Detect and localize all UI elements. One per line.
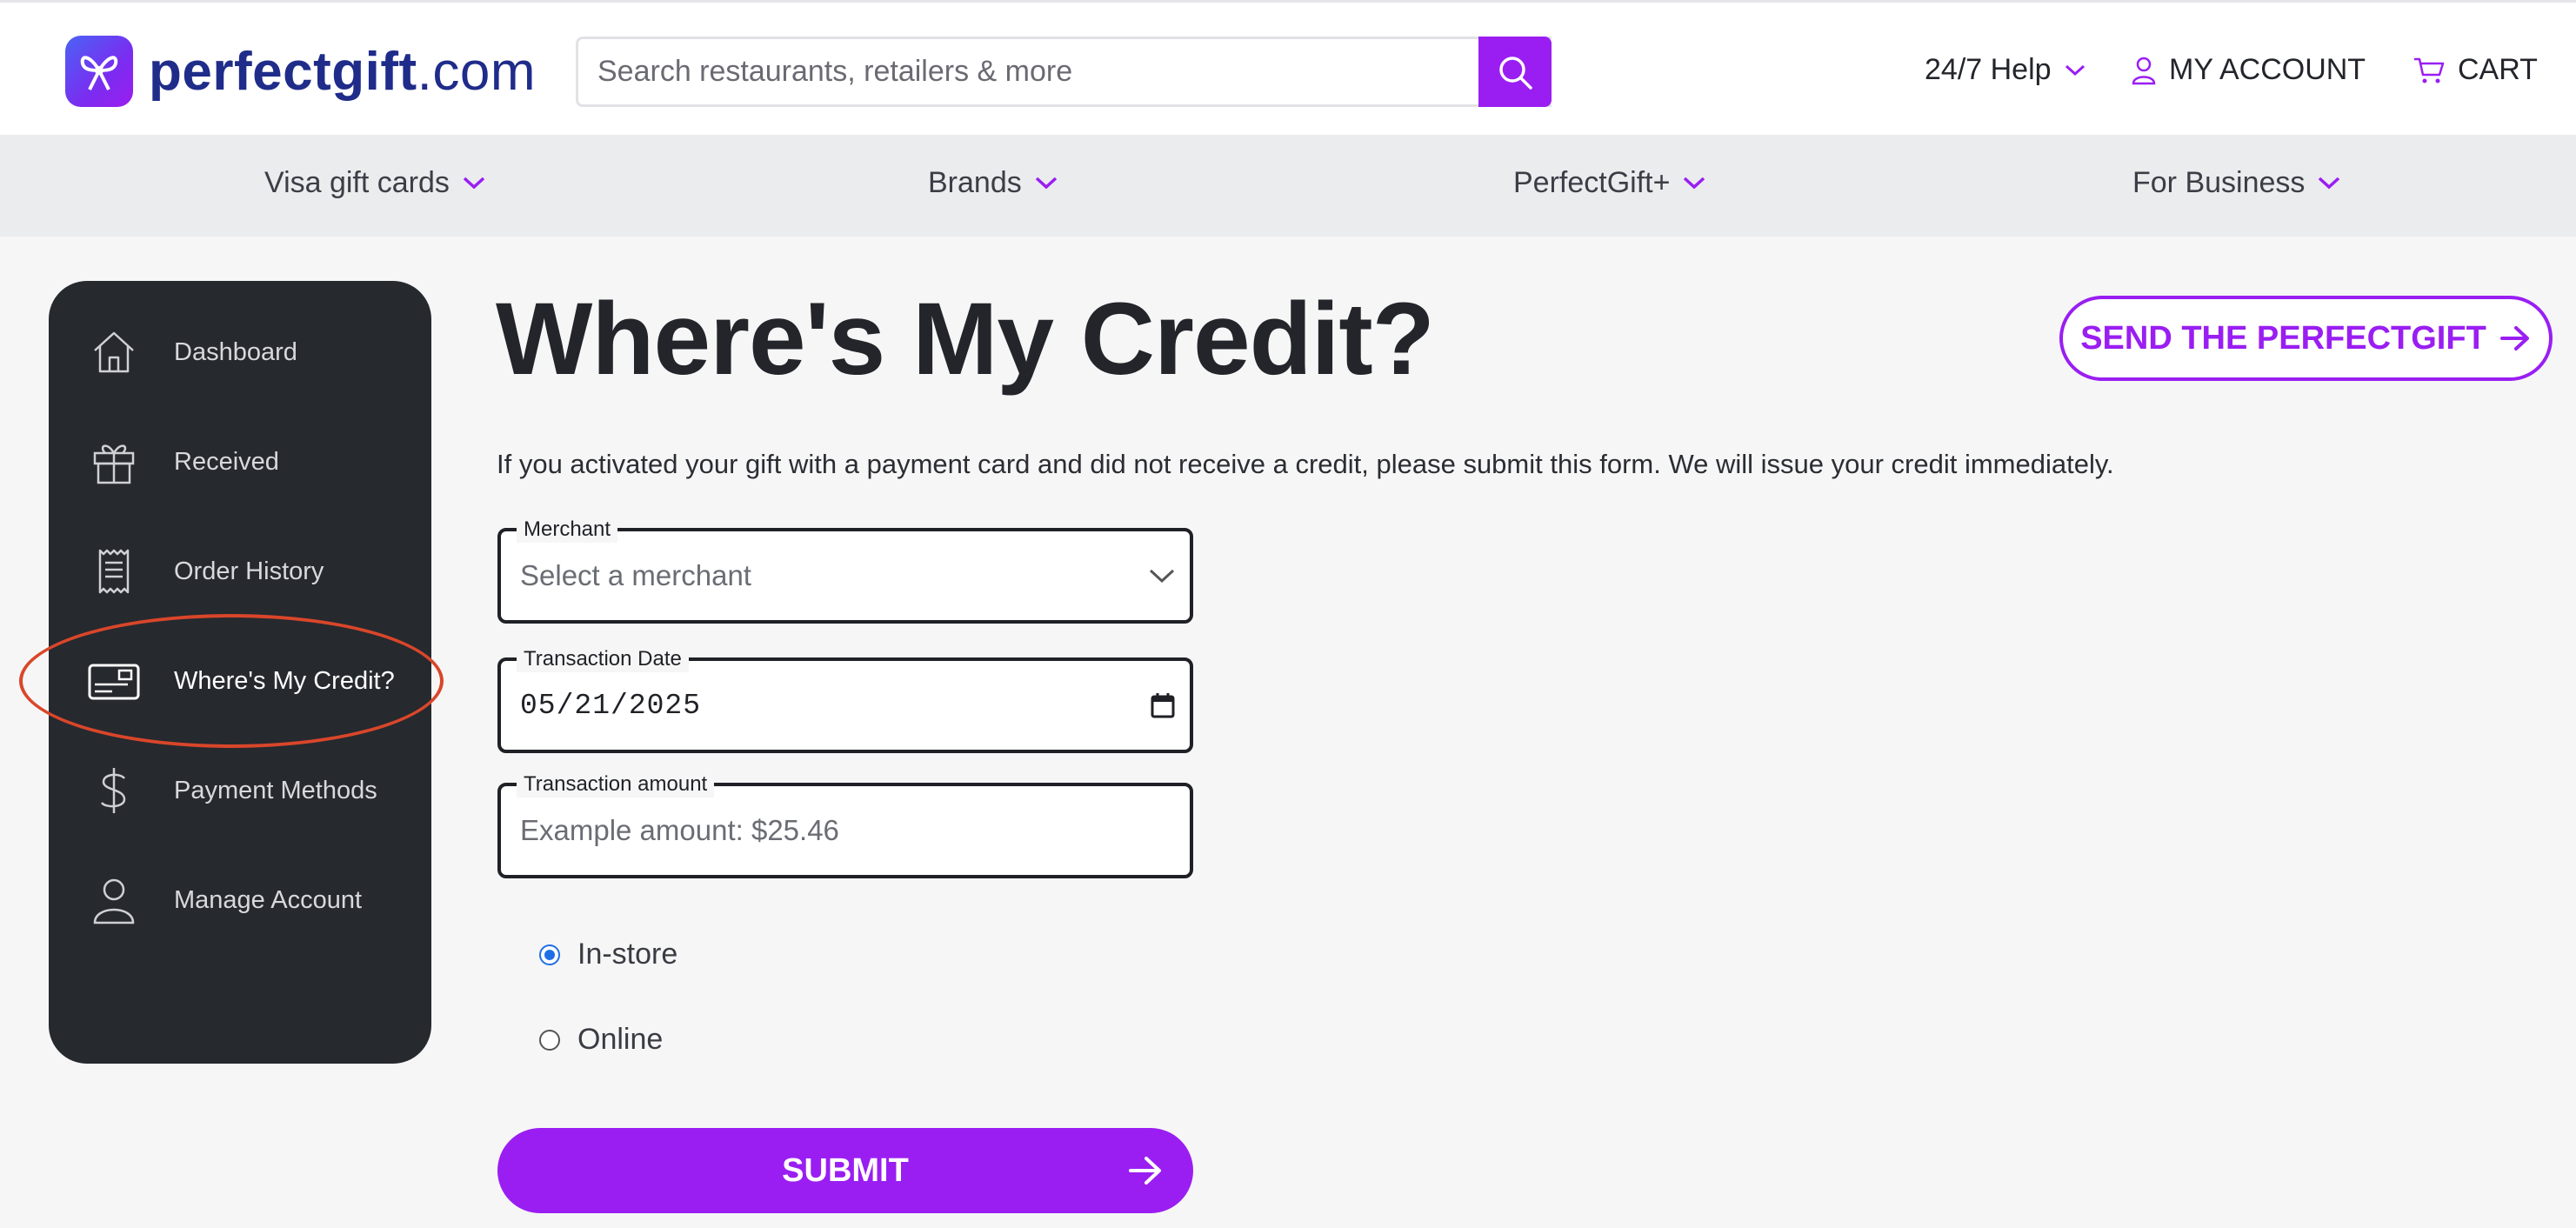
sidebar-item-label: Dashboard bbox=[174, 337, 297, 366]
receipt-icon bbox=[83, 541, 144, 602]
search-icon bbox=[1499, 56, 1532, 90]
search-box bbox=[576, 37, 1552, 107]
chevron-down-icon bbox=[2319, 177, 2340, 189]
logo-text: perfectgift.com bbox=[149, 41, 536, 102]
category-nav: Visa gift cards Brands PerfectGift+ For … bbox=[0, 135, 2576, 237]
sidebar-item-label: Received bbox=[174, 447, 279, 476]
logo-ribbon-icon bbox=[65, 36, 133, 107]
radio-in-store-input[interactable] bbox=[539, 944, 560, 965]
top-header: perfectgift.com 24/7 Help MY ACCOUNT CAR… bbox=[0, 0, 2576, 135]
sidebar-item-label: Payment Methods bbox=[174, 776, 377, 804]
gift-icon bbox=[83, 431, 144, 492]
nav-for-business[interactable]: For Business bbox=[2132, 166, 2341, 200]
sidebar-item-dashboard[interactable]: Dashboard bbox=[83, 317, 414, 387]
user-icon bbox=[2132, 57, 2156, 84]
submit-label: SUBMIT bbox=[782, 1151, 909, 1189]
sidebar-item-order-history[interactable]: Order History bbox=[83, 537, 414, 606]
intro-text: If you activated your gift with a paymen… bbox=[497, 449, 2114, 479]
chevron-down-icon bbox=[1035, 177, 1057, 189]
cart-icon bbox=[2414, 57, 2445, 83]
radio-in-store[interactable]: In-store bbox=[539, 938, 677, 971]
calendar-icon[interactable] bbox=[1150, 661, 1176, 750]
sidebar-item-label: Where's My Credit? bbox=[174, 666, 395, 695]
nav-label: Visa gift cards bbox=[264, 166, 450, 199]
search-input[interactable] bbox=[578, 39, 1552, 104]
radio-in-store-label: In-store bbox=[577, 938, 678, 971]
arrow-right-icon bbox=[1129, 1157, 1161, 1185]
submit-button[interactable]: SUBMIT bbox=[497, 1128, 1193, 1213]
dollar-icon bbox=[83, 760, 144, 821]
user-icon bbox=[83, 870, 144, 931]
cart-link[interactable]: CART bbox=[2412, 53, 2538, 87]
page-title: Where's My Credit? bbox=[496, 282, 1435, 397]
sidebar-item-manage-account[interactable]: Manage Account bbox=[83, 865, 414, 935]
my-account-link[interactable]: MY ACCOUNT bbox=[2131, 53, 2366, 87]
chevron-down-icon bbox=[1684, 177, 1705, 189]
my-account-label: MY ACCOUNT bbox=[2169, 53, 2366, 86]
help-label: 24/7 Help bbox=[1925, 53, 2052, 86]
site-logo[interactable]: perfectgift.com bbox=[65, 36, 536, 107]
sidebar-item-payment-methods[interactable]: Payment Methods bbox=[83, 756, 414, 825]
arrow-right-icon bbox=[2499, 326, 2529, 350]
nav-label: Brands bbox=[928, 166, 1022, 199]
search-button[interactable] bbox=[1478, 37, 1552, 107]
sidebar-item-wheres-my-credit[interactable]: Where's My Credit? bbox=[83, 646, 414, 716]
radio-online[interactable]: Online bbox=[539, 1023, 663, 1057]
help-menu[interactable]: 24/7 Help bbox=[1925, 53, 2086, 87]
account-sidebar: Dashboard Received Order History Where's… bbox=[49, 281, 431, 1064]
nav-label: For Business bbox=[2132, 166, 2306, 199]
sidebar-item-received[interactable]: Received bbox=[83, 427, 414, 497]
send-button-label: SEND THE PERFECTGIFT bbox=[2080, 319, 2486, 357]
sidebar-item-label: Order History bbox=[174, 557, 324, 585]
sidebar-item-label: Manage Account bbox=[174, 885, 363, 914]
nav-visa-gift-cards[interactable]: Visa gift cards bbox=[264, 166, 486, 200]
radio-online-label: Online bbox=[577, 1023, 664, 1056]
chevron-down-icon bbox=[1148, 531, 1176, 620]
transaction-date-field[interactable]: Transaction Date 05/21/2025 bbox=[497, 646, 1193, 753]
nav-brands[interactable]: Brands bbox=[928, 166, 1058, 200]
credit-card-icon bbox=[83, 651, 144, 711]
transaction-amount-placeholder: Example amount: $25.46 bbox=[520, 814, 839, 846]
chevron-down-icon bbox=[2065, 64, 2085, 76]
transaction-date-value: 05/21/2025 bbox=[520, 689, 702, 722]
home-icon bbox=[83, 322, 144, 383]
nav-label: PerfectGift+ bbox=[1513, 166, 1671, 199]
radio-online-input[interactable] bbox=[539, 1029, 560, 1051]
nav-perfectgift-plus[interactable]: PerfectGift+ bbox=[1513, 166, 1706, 200]
chevron-down-icon bbox=[463, 177, 485, 189]
send-perfectgift-button[interactable]: SEND THE PERFECTGIFT bbox=[2059, 296, 2553, 381]
merchant-placeholder: Select a merchant bbox=[520, 559, 751, 591]
cart-label: CART bbox=[2458, 53, 2538, 86]
transaction-amount-field[interactable]: Transaction amount Example amount: $25.4… bbox=[497, 771, 1193, 878]
merchant-select[interactable]: Merchant Select a merchant bbox=[497, 517, 1193, 624]
